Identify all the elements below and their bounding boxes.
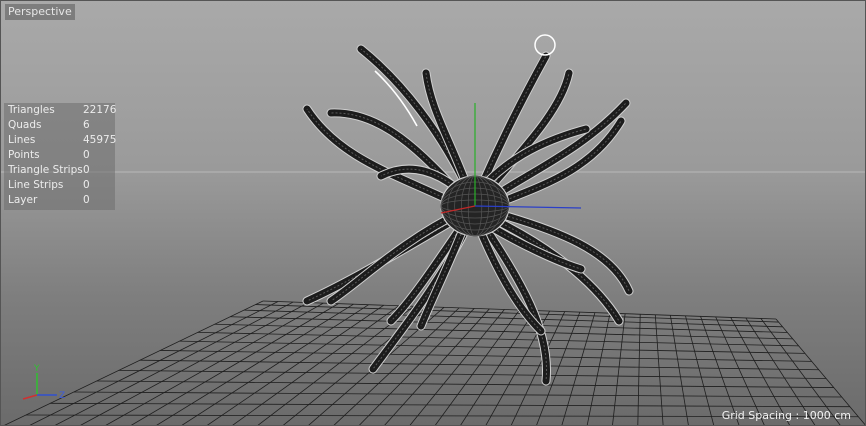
tentacle-mesh-object[interactable] xyxy=(302,44,634,386)
viewport-scene[interactable]: Y Z xyxy=(1,1,866,426)
stat-label: Lines xyxy=(8,134,36,146)
gizmo-y-label: Y xyxy=(33,364,40,374)
floor-grid xyxy=(4,300,865,425)
perspective-viewport[interactable]: Y Z Perspective Triangles 22176 Quads 6 Li… xyxy=(0,0,866,426)
stat-row-triangle-strips: Triangle Strips 0 xyxy=(4,163,115,178)
gizmo-z-label: Z xyxy=(59,391,65,401)
stat-value: 45975 xyxy=(83,134,117,146)
stat-label: Triangle Strips xyxy=(8,164,83,176)
stat-label: Quads xyxy=(8,119,42,131)
stat-label: Triangles xyxy=(8,104,55,116)
stat-row-lines: Lines 45975 xyxy=(4,133,117,148)
stat-value: 0 xyxy=(83,164,90,176)
camera-menu-button[interactable]: Perspective xyxy=(5,4,75,20)
grid-spacing-label: Grid Spacing : 1000 cm xyxy=(721,409,851,422)
stat-row-triangles: Triangles 22176 xyxy=(4,103,117,118)
stat-value: 0 xyxy=(83,194,90,206)
stat-label: Layer xyxy=(8,194,38,206)
stat-row-quads: Quads 6 xyxy=(4,118,115,133)
stat-label: Line Strips xyxy=(8,179,64,191)
stat-value: 6 xyxy=(83,119,90,131)
scene-statistics-panel: Triangles 22176 Quads 6 Lines 45975 Points 0… xyxy=(4,103,117,210)
stat-value: 22176 xyxy=(83,104,117,116)
stat-label: Points xyxy=(8,149,40,161)
axis-gizmo: Y Z xyxy=(22,364,65,401)
stat-value: 0 xyxy=(83,149,90,161)
stat-row-line-strips: Line Strips 0 xyxy=(4,178,115,193)
stat-value: 0 xyxy=(83,179,90,191)
stat-row-points: Points 0 xyxy=(4,148,115,163)
stat-row-layer: Layer 0 xyxy=(4,193,115,208)
